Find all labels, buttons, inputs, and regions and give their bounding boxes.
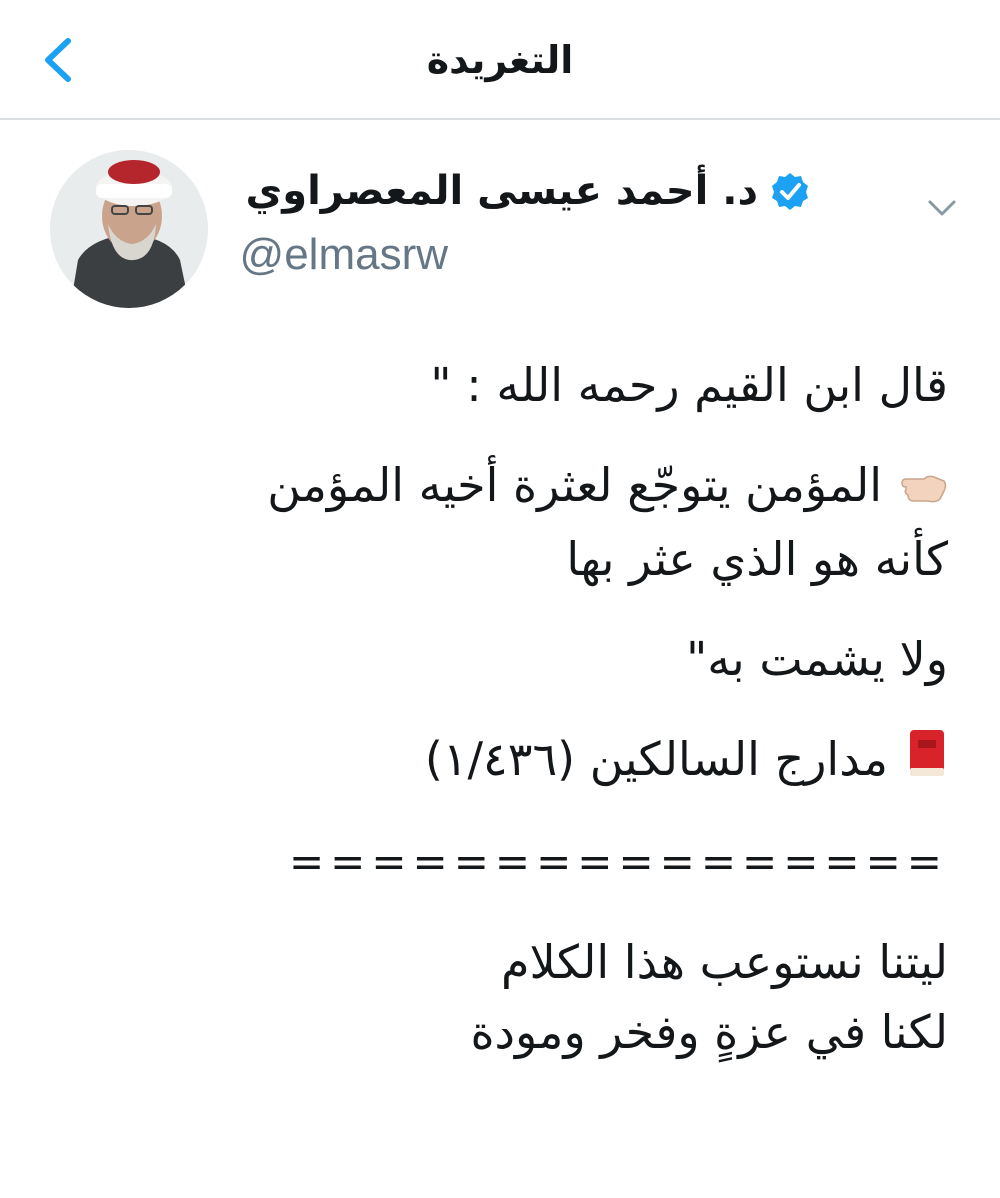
pointing-hand-icon	[900, 454, 948, 524]
red-book-icon	[906, 727, 948, 797]
author-name: د. أحمد عيسى المعصراوي	[245, 168, 758, 214]
separator-line: ================	[288, 837, 948, 886]
tweet-line: ولا يشمت به"	[686, 631, 948, 686]
avatar-image	[50, 150, 208, 308]
tweet-line-text: مدارج السالكين (١/٤٣٦)	[424, 731, 888, 786]
verified-badge-icon	[772, 173, 808, 210]
tweet-text: قال ابن القيم رحمه الله : " المؤمن يتوجّ…	[228, 350, 948, 1067]
tweet-line: كأنه هو الذي عثر بها	[566, 531, 948, 586]
author-name-row[interactable]: د. أحمد عيسى المعصراوي	[246, 168, 810, 214]
page-title: التغريدة	[426, 38, 574, 82]
navigation-bar: التغريدة	[0, 0, 1000, 120]
tweet-header: د. أحمد عيسى المعصراوي @elmasrw	[0, 120, 1000, 330]
tweet-line: لكنا في عزةٍ وفخر ومودة	[470, 1005, 948, 1059]
chevron-down-icon[interactable]	[924, 192, 960, 222]
author-handle[interactable]: @elmasrw	[240, 230, 448, 280]
tweet-line: ليتنا نستوعب هذا الكلام	[501, 935, 948, 989]
tweet-line-with-book: مدارج السالكين (١/٤٣٦)	[228, 724, 948, 798]
avatar[interactable]	[50, 150, 208, 308]
tweet-line-with-hand: المؤمن يتوجّع لعثرة أخيه المؤمن	[228, 450, 948, 524]
tweet-line-text: المؤمن يتوجّع لعثرة أخيه المؤمن	[267, 458, 882, 512]
tweet-line: قال ابن القيم رحمه الله : "	[430, 358, 948, 412]
